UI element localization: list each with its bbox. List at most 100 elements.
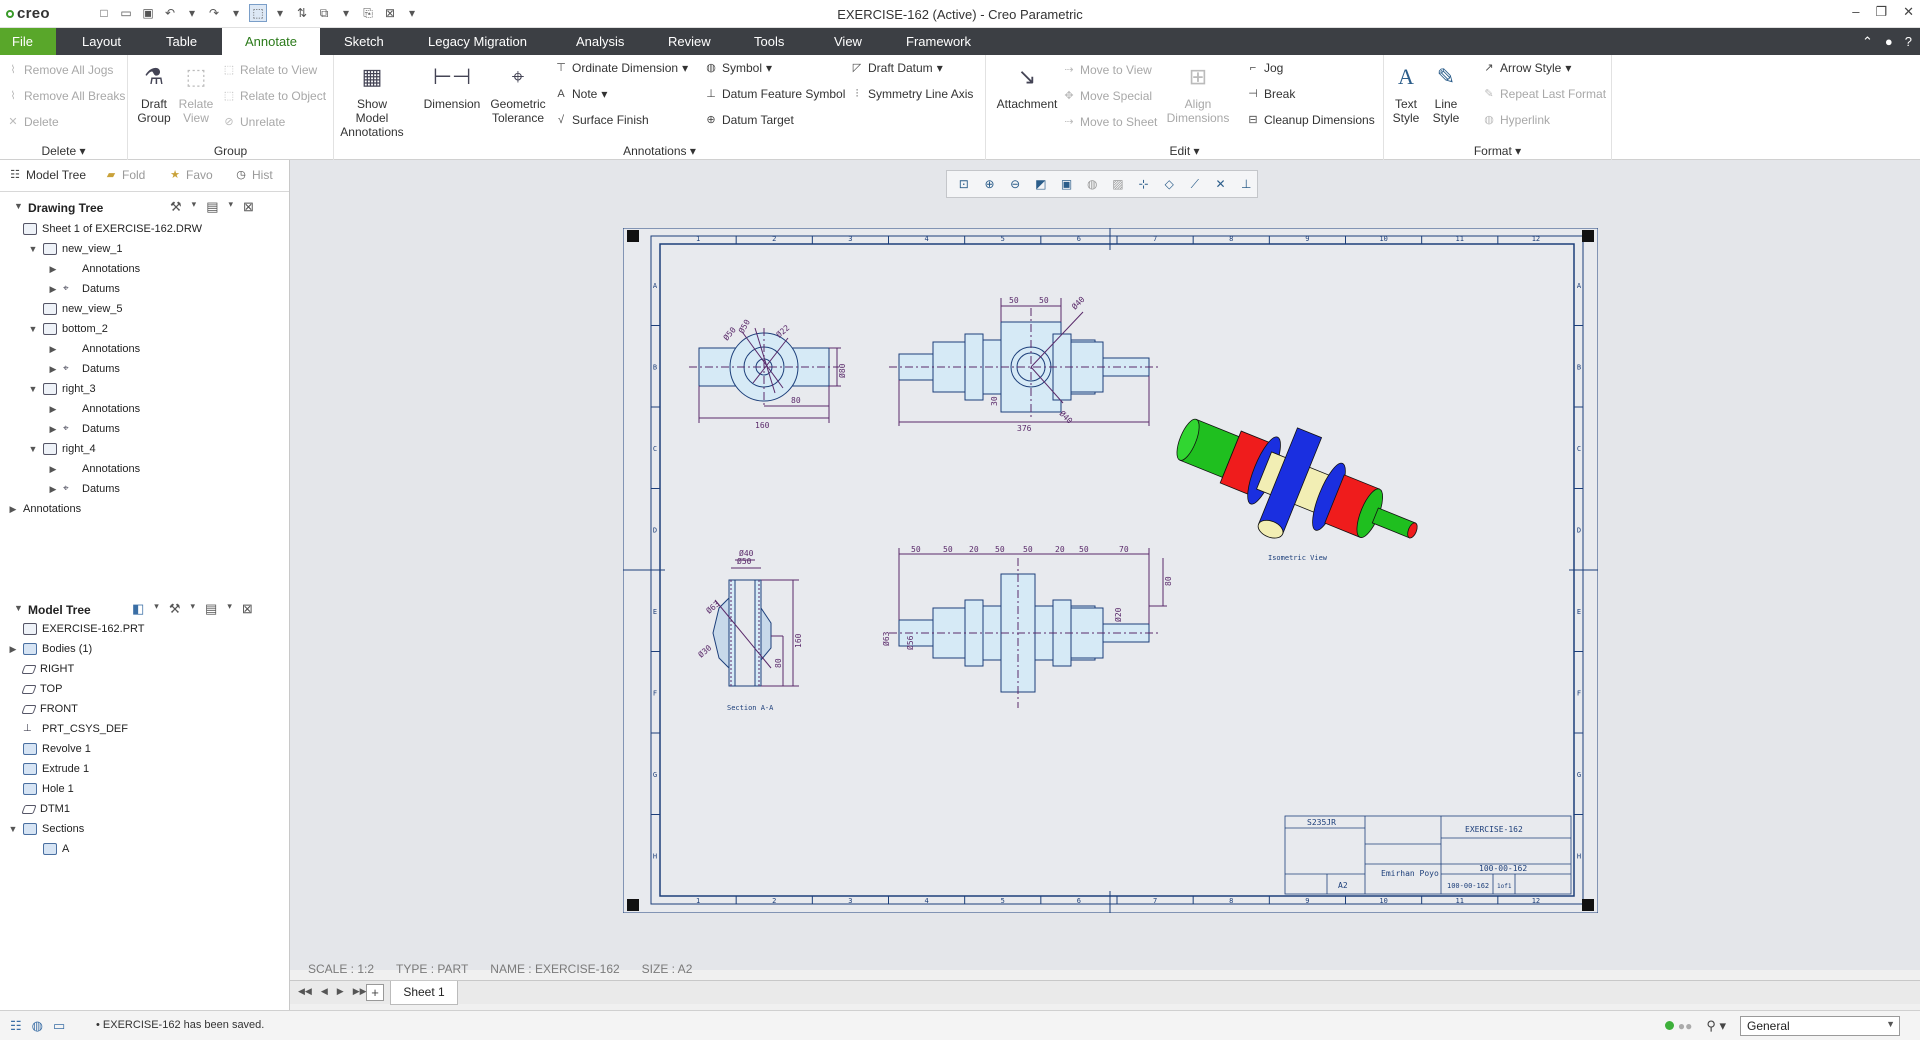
tree-node[interactable]: Extrude 1 (8, 760, 89, 778)
show-dropdown-icon[interactable]: ▾ (154, 601, 159, 617)
note-button[interactable]: A Note ▾ (554, 87, 607, 101)
tab-history[interactable]: ◷ Hist (234, 168, 272, 182)
tab-annotate[interactable]: Annotate (222, 28, 320, 55)
spin-center-icon[interactable]: ◇ (1158, 174, 1180, 194)
tree-node[interactable]: ⊥ PRT_CSYS_DEF (8, 720, 128, 738)
tree-node[interactable]: Sheet 1 of EXERCISE-162.DRW (8, 220, 202, 238)
sheet-tab-1[interactable]: Sheet 1 (390, 981, 458, 1005)
tree-node[interactable]: ▶ ⌖ Datums (48, 360, 120, 378)
datum-feature-symbol-button[interactable]: ⊥ Datum Feature Symbol (704, 87, 845, 101)
zoom-out-icon[interactable]: ⊖ (1004, 174, 1026, 194)
draft-datum-button[interactable]: ◸ Draft Datum ▾ (850, 61, 943, 75)
tab-framework[interactable]: Framework (894, 28, 983, 55)
collapse-ribbon-icon[interactable]: ⌃ (1862, 34, 1873, 50)
tab-layout[interactable]: Layout (70, 28, 133, 55)
tree-node[interactable]: Hole 1 (8, 780, 74, 798)
user-icon[interactable]: ● (1885, 34, 1893, 50)
tree-settings-icon[interactable]: ⚒ (170, 199, 182, 215)
tree-settings-dropdown-icon[interactable]: ▾ (192, 199, 197, 215)
tree-columns-icon[interactable]: ▤ (205, 601, 217, 617)
first-sheet-icon[interactable]: ◀◀ (298, 986, 312, 997)
tree-settings-icon[interactable]: ⚒ (169, 601, 181, 617)
expand-toggle-icon[interactable]: ▶ (48, 404, 58, 415)
attachment-button[interactable]: ↘ Attachment (992, 61, 1062, 112)
tree-node[interactable]: ▼ right_4 (28, 440, 96, 458)
tree-node[interactable]: TOP (8, 680, 62, 698)
expand-toggle-icon[interactable]: ▼ (8, 824, 18, 834)
tab-folder[interactable]: ▰ Fold (104, 168, 146, 182)
tree-node[interactable]: FRONT (8, 700, 78, 718)
restore-icon[interactable]: ❐ (1875, 4, 1887, 20)
next-sheet-icon[interactable]: ▶ (337, 986, 344, 997)
tree-node[interactable]: ▼ new_view_1 (28, 240, 123, 258)
annotation-display-icon[interactable]: ⟋ (1184, 174, 1206, 194)
tree-node[interactable]: ▶ Annotations (48, 340, 141, 358)
repeat-last-format-button[interactable]: ✎ Repeat Last Format (1482, 87, 1606, 101)
tree-node[interactable]: ▼ bottom_2 (28, 320, 108, 338)
tree-node[interactable]: Revolve 1 (8, 740, 91, 758)
show-model-annotations-button[interactable]: ▦ Show Model Annotations (340, 61, 404, 140)
expand-toggle-icon[interactable]: ▼ (28, 324, 38, 334)
help-icon[interactable]: ? (1905, 34, 1912, 50)
expand-toggle-icon[interactable]: ▶ (48, 264, 58, 275)
tree-node[interactable]: ▶ Annotations (48, 400, 141, 418)
regen-status-icon[interactable]: ●● (1665, 1019, 1692, 1033)
model-tree-header[interactable]: ▼ Model Tree ◧ ▾ ⚒ ▾ ▤ ▾ ⊠ (0, 598, 290, 622)
collapse-icon[interactable]: ▼ (14, 201, 23, 211)
display-style-icon[interactable]: ▣ (1056, 174, 1078, 194)
selection-filter[interactable]: General ▼ (1740, 1016, 1900, 1036)
geometric-tolerance-button[interactable]: ⌖ Geometric Tolerance (488, 61, 548, 126)
line-style-button[interactable]: ✎ Line Style (1426, 61, 1466, 126)
tree-filter-icon[interactable]: ⊠ (242, 601, 253, 617)
minimize-icon[interactable]: – (1852, 4, 1859, 20)
annotations-group-label[interactable]: Annotations ▾ (334, 144, 985, 158)
tree-node[interactable]: ▼ Sections (8, 820, 84, 838)
move-special-button[interactable]: ✥ Move Special (1062, 89, 1152, 103)
csys-display-icon[interactable]: ✕ (1210, 174, 1232, 194)
surface-finish-button[interactable]: √ Surface Finish (554, 113, 649, 127)
move-to-view-button[interactable]: ⇢ Move to View (1062, 63, 1151, 77)
collapse-icon[interactable]: ▼ (14, 603, 23, 613)
tree-node[interactable]: ▶ Annotations (48, 460, 141, 478)
tab-review[interactable]: Review (656, 28, 723, 55)
hyperlink-button[interactable]: ◍ Hyperlink (1482, 113, 1550, 127)
refit-icon[interactable]: ⊡ (953, 174, 975, 194)
tab-view[interactable]: View (822, 28, 874, 55)
relate-to-view-button[interactable]: ⬚ Relate to View (222, 63, 317, 77)
point-display-icon[interactable]: ⊥ (1235, 174, 1257, 194)
tree-node[interactable]: EXERCISE-162.PRT (8, 620, 145, 638)
graphics-area[interactable]: ⊡ ⊕ ⊖ ◩ ▣ ◍ ▨ ⊹ ◇ ⟋ ✕ ⊥ 1122334455667788… (290, 160, 1920, 976)
cleanup-dimensions-button[interactable]: ⊟ Cleanup Dimensions (1246, 113, 1374, 127)
show-icon[interactable]: ◧ (132, 601, 144, 617)
format-group-label[interactable]: Format ▾ (1384, 144, 1611, 158)
draft-group-button[interactable]: ⚗ Draft Group (134, 61, 174, 126)
symbol-button[interactable]: ◍ Symbol ▾ (704, 61, 772, 75)
tree-node[interactable]: ▶ Annotations (8, 500, 82, 518)
expand-toggle-icon[interactable]: ▼ (28, 244, 38, 254)
add-sheet-button[interactable]: + (366, 984, 384, 1001)
expand-toggle-icon[interactable]: ▶ (48, 464, 58, 475)
tree-columns-dropdown-icon[interactable]: ▾ (227, 601, 232, 617)
tree-node[interactable]: ▶ ⌖ Datums (48, 420, 120, 438)
expand-toggle-icon[interactable]: ▼ (28, 444, 38, 454)
arrow-style-button[interactable]: ↗ Arrow Style ▾ (1482, 61, 1571, 75)
expand-toggle-icon[interactable]: ▶ (48, 284, 58, 295)
tree-columns-dropdown-icon[interactable]: ▾ (228, 199, 233, 215)
remove-all-breaks-button[interactable]: ⌇ Remove All Breaks (6, 89, 125, 103)
tree-node[interactable]: new_view_5 (28, 300, 123, 318)
dimension-button[interactable]: ⊢⊣ Dimension (422, 61, 482, 112)
expand-toggle-icon[interactable]: ▶ (48, 364, 58, 375)
tree-node[interactable]: ▼ right_3 (28, 380, 96, 398)
tab-legacy-migration[interactable]: Legacy Migration (416, 28, 539, 55)
drawing-sheet[interactable]: 112233445566778899101011111212A AB BC CD DE E… (623, 228, 1598, 913)
browser-toggle-icon[interactable]: ◍ (32, 1018, 43, 1034)
expand-toggle-icon[interactable]: ▶ (48, 344, 58, 355)
expand-toggle-icon[interactable]: ▶ (48, 424, 58, 435)
tree-filter-icon[interactable]: ⊠ (243, 199, 254, 215)
tree-node[interactable]: DTM1 (8, 800, 70, 818)
unrelate-button[interactable]: ⊘ Unrelate (222, 115, 285, 129)
repaint-icon[interactable]: ◩ (1030, 174, 1052, 194)
view-manager-icon[interactable]: ▨ (1107, 174, 1129, 194)
tab-file[interactable]: File (0, 28, 56, 55)
relate-view-button[interactable]: ⬚ Relate View (174, 61, 218, 126)
